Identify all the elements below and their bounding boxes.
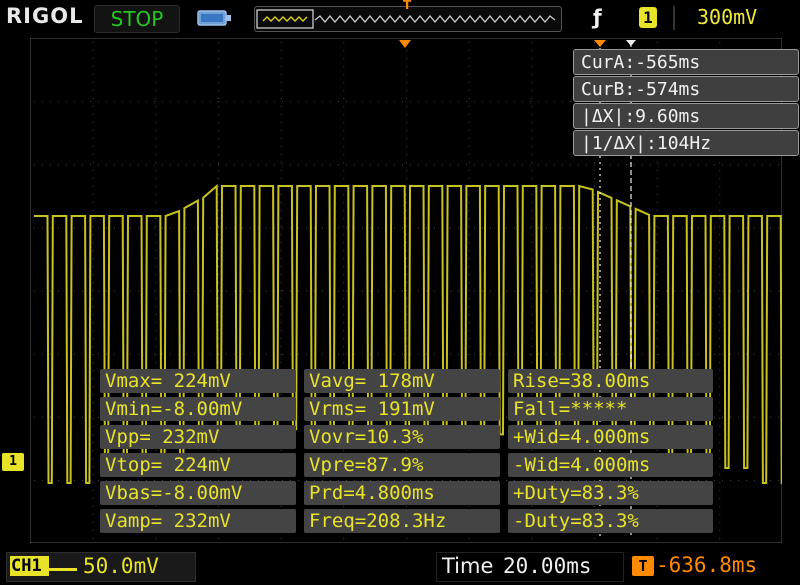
brand-logo: RIGOL (6, 4, 84, 28)
battery-icon (197, 10, 231, 26)
cursor-a-readout: CurA:-565ms (573, 49, 799, 75)
channel-1-offset-marker[interactable]: 1 (2, 453, 24, 471)
measurement-value: Prd=4.800ms (304, 481, 500, 505)
measurement-value: Vtop= 224mV (100, 453, 296, 477)
measurement-value: Fall=***** (508, 397, 713, 421)
horizontal-offset-value: -636.8ms (656, 553, 758, 577)
trigger-level: 300mV (697, 5, 758, 29)
measurement-value: -Wid=4.000ms (508, 453, 713, 477)
measurement-value: -Duty=83.3% (508, 509, 713, 533)
measurement-value: Vamp= 232mV (100, 509, 296, 533)
cursor-frequency-readout: |1/ΔX|:104Hz (573, 130, 799, 156)
trigger-position-marker: T (403, 0, 412, 11)
measurement-value: Vbas=-8.00mV (100, 481, 296, 505)
cursor-b-readout: CurB:-574ms (573, 76, 799, 102)
trigger-offset-icon: T (632, 556, 654, 576)
measurement-value: Freq=208.3Hz (304, 509, 500, 533)
measurement-value: Vmin=-8.00mV (100, 397, 296, 421)
memory-depth-bar: T (254, 0, 562, 32)
vertical-scale-value: 50.0mV (83, 554, 159, 578)
timebase-label: Time (442, 554, 494, 578)
status-bar: RIGOL STOP T ƒ 1 300mV (0, 0, 800, 36)
measurement-value: +Duty=83.3% (508, 481, 713, 505)
measurement-value: Vpre=87.9% (304, 453, 500, 477)
measurement-value: Vmax= 224mV (100, 369, 296, 393)
measurement-value: Vovr=10.3% (304, 425, 500, 449)
timebase-setting[interactable]: Time 20.00ms (436, 552, 624, 582)
bottom-status-bar: CH1 50.0mV Time 20.00ms T -636.8ms (0, 547, 800, 585)
horizontal-offset[interactable]: T -636.8ms (626, 552, 794, 580)
measurement-value: Rise=38.00ms (508, 369, 713, 393)
trigger-settings[interactable]: ƒ 1 300mV (585, 4, 795, 32)
channel-1-label: CH1 (10, 556, 49, 576)
coupling-icon (47, 568, 77, 571)
measurement-value: Vrms= 191mV (304, 397, 500, 421)
measurement-value: Vavg= 178mV (304, 369, 500, 393)
svg-text:T: T (403, 0, 412, 11)
trigger-source-badge: 1 (639, 7, 657, 28)
channel-1-scale[interactable]: CH1 50.0mV (6, 552, 196, 582)
divider (673, 6, 675, 30)
timebase-value: 20.00ms (503, 554, 592, 578)
rising-edge-icon: ƒ (593, 5, 602, 29)
cursor-delta-readout: |ΔX|:9.60ms (573, 103, 799, 129)
measurement-value: +Wid=4.000ms (508, 425, 713, 449)
run-stop-indicator[interactable]: STOP (94, 5, 180, 33)
measurement-value: Vpp= 232mV (100, 425, 296, 449)
